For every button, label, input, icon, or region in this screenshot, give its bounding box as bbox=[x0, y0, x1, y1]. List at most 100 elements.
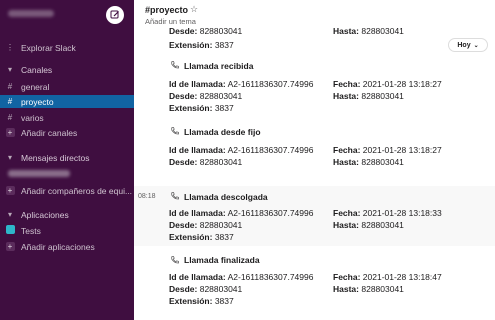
field-label: Extensión: bbox=[169, 40, 213, 50]
field-value: 2021-01-28 13:18:33 bbox=[362, 208, 442, 218]
sidebar: ⋮ Explorar Slack ▾ Canales # general # p… bbox=[0, 0, 134, 320]
star-icon[interactable]: ☆ bbox=[190, 4, 198, 15]
field-label: Desde: bbox=[169, 91, 198, 101]
apps-section-header[interactable]: ▾ Aplicaciones bbox=[0, 208, 134, 221]
section-label: Aplicaciones bbox=[21, 209, 69, 220]
hash-icon: # bbox=[7, 82, 13, 91]
hash-icon: # bbox=[7, 113, 13, 122]
message[interactable]: Llamada recibida Id de llamada: A2-16118… bbox=[134, 56, 495, 118]
field-label: Hasta: bbox=[333, 91, 359, 101]
field-label: Hasta: bbox=[333, 157, 359, 167]
channel-label: general bbox=[21, 81, 50, 92]
field-value: 828803041 bbox=[361, 91, 404, 101]
field-value: 3837 bbox=[214, 232, 234, 242]
field-label: Hasta: bbox=[333, 28, 359, 36]
caret-down-icon: ▾ bbox=[7, 153, 12, 162]
field-label: Fecha: bbox=[333, 145, 361, 155]
message[interactable]: 08:18 Llamada descolgada Id de llamada: … bbox=[134, 186, 495, 246]
sidebar-item-explore[interactable]: ⋮ Explorar Slack bbox=[0, 41, 134, 54]
field-label: Id de llamada: bbox=[169, 272, 226, 282]
sidebar-item-label: Explorar Slack bbox=[21, 42, 76, 53]
field-value: 828803041 bbox=[199, 157, 243, 167]
add-apps-label: Añadir aplicaciones bbox=[21, 241, 95, 252]
more-vertical-icon: ⋮ bbox=[6, 43, 14, 52]
phone-icon bbox=[171, 127, 179, 135]
sidebar-item-tests[interactable]: Tests bbox=[0, 224, 134, 237]
chevron-down-icon: ⌄ bbox=[473, 42, 479, 49]
phone-icon bbox=[171, 192, 179, 200]
field-value: 828803041 bbox=[199, 91, 243, 101]
compose-icon bbox=[110, 10, 119, 19]
add-apps-button[interactable]: + Añadir aplicaciones bbox=[0, 240, 134, 253]
field-label: Fecha: bbox=[333, 272, 361, 282]
dm-section-header[interactable]: ▾ Mensajes directos bbox=[0, 151, 134, 164]
message[interactable]: Llamada desde fijo Id de llamada: A2-161… bbox=[134, 122, 495, 184]
today-label: Hoy bbox=[457, 41, 471, 49]
channel-view: #proyecto ☆ Añadir un tema Desde: 828803… bbox=[134, 0, 495, 320]
field-value: 2021-01-28 13:18:27 bbox=[362, 145, 442, 155]
sidebar-item-general[interactable]: # general bbox=[0, 80, 134, 93]
field-value: 828803041 bbox=[361, 28, 404, 36]
channel-title[interactable]: #proyecto bbox=[145, 5, 188, 15]
field-value: 828803041 bbox=[361, 284, 404, 294]
message-title: Llamada finalizada bbox=[184, 255, 260, 265]
field-label: Id de llamada: bbox=[169, 145, 226, 155]
field-value: 828803041 bbox=[199, 284, 243, 294]
field-value: 3837 bbox=[214, 296, 234, 306]
field-label: Extensión: bbox=[169, 103, 213, 113]
field-label: Id de llamada: bbox=[169, 79, 226, 89]
caret-down-icon: ▾ bbox=[7, 210, 12, 219]
message-title: Llamada desde fijo bbox=[184, 127, 261, 137]
field-value: A2-1611836307.74996 bbox=[227, 272, 314, 282]
caret-down-icon: ▾ bbox=[7, 65, 12, 74]
field-value: 2021-01-28 13:18:47 bbox=[362, 272, 442, 282]
field-label: Fecha: bbox=[333, 79, 361, 89]
hash-icon: # bbox=[7, 97, 13, 106]
field-value: 828803041 bbox=[199, 220, 243, 230]
field-value: 3837 bbox=[214, 40, 234, 50]
message-timestamp[interactable]: 08:18 bbox=[138, 193, 156, 200]
workspace-name-redacted bbox=[8, 10, 54, 17]
compose-button[interactable] bbox=[106, 6, 124, 24]
field-value: A2-1611836307.74996 bbox=[227, 208, 314, 218]
message-partial: Desde: 828803041 Hasta: 828803041 Extens… bbox=[134, 28, 495, 52]
field-label: Desde: bbox=[169, 28, 198, 36]
field-label: Hasta: bbox=[333, 220, 359, 230]
field-value: 828803041 bbox=[199, 28, 243, 36]
field-value: A2-1611836307.74996 bbox=[227, 145, 314, 155]
plus-icon: + bbox=[5, 128, 15, 137]
phone-icon bbox=[171, 256, 179, 264]
field-label: Desde: bbox=[169, 284, 198, 294]
field-value: A2-1611836307.74996 bbox=[227, 79, 314, 89]
app-avatar-icon bbox=[5, 225, 15, 234]
field-label: Id de llamada: bbox=[169, 208, 226, 218]
plus-icon: + bbox=[5, 242, 15, 251]
field-value: 2021-01-28 13:18:27 bbox=[362, 79, 442, 89]
field-label: Desde: bbox=[169, 220, 198, 230]
message-title: Llamada recibida bbox=[184, 61, 254, 71]
field-label: Hasta: bbox=[333, 284, 359, 294]
channel-topic[interactable]: Añadir un tema bbox=[145, 17, 196, 26]
sidebar-item-varios[interactable]: # varios bbox=[0, 111, 134, 124]
dm-item-redacted[interactable] bbox=[8, 170, 70, 177]
add-teammates-label: Añadir compañeros de equi... bbox=[21, 185, 133, 196]
today-date-button[interactable]: Hoy ⌄ bbox=[448, 38, 488, 52]
field-label: Extensión: bbox=[169, 296, 213, 306]
channel-label: proyecto bbox=[21, 96, 54, 107]
section-label: Mensajes directos bbox=[21, 152, 90, 163]
phone-icon bbox=[171, 61, 179, 69]
plus-icon: + bbox=[5, 186, 15, 195]
field-value: 828803041 bbox=[361, 220, 404, 230]
message-title: Llamada descolgada bbox=[184, 192, 268, 202]
add-channels-button[interactable]: + Añadir canales bbox=[0, 126, 134, 139]
sidebar-item-proyecto[interactable]: # proyecto bbox=[0, 95, 134, 108]
add-channels-label: Añadir canales bbox=[21, 127, 78, 138]
message[interactable]: Llamada finalizada Id de llamada: A2-161… bbox=[134, 250, 495, 312]
workspace-header[interactable] bbox=[0, 0, 134, 30]
channels-section-header[interactable]: ▾ Canales bbox=[0, 63, 134, 76]
field-label: Fecha: bbox=[333, 208, 361, 218]
field-label: Desde: bbox=[169, 157, 198, 167]
field-label: Extensión: bbox=[169, 232, 213, 242]
section-label: Canales bbox=[21, 64, 53, 75]
add-teammates-button[interactable]: + Añadir compañeros de equi... bbox=[0, 184, 134, 197]
